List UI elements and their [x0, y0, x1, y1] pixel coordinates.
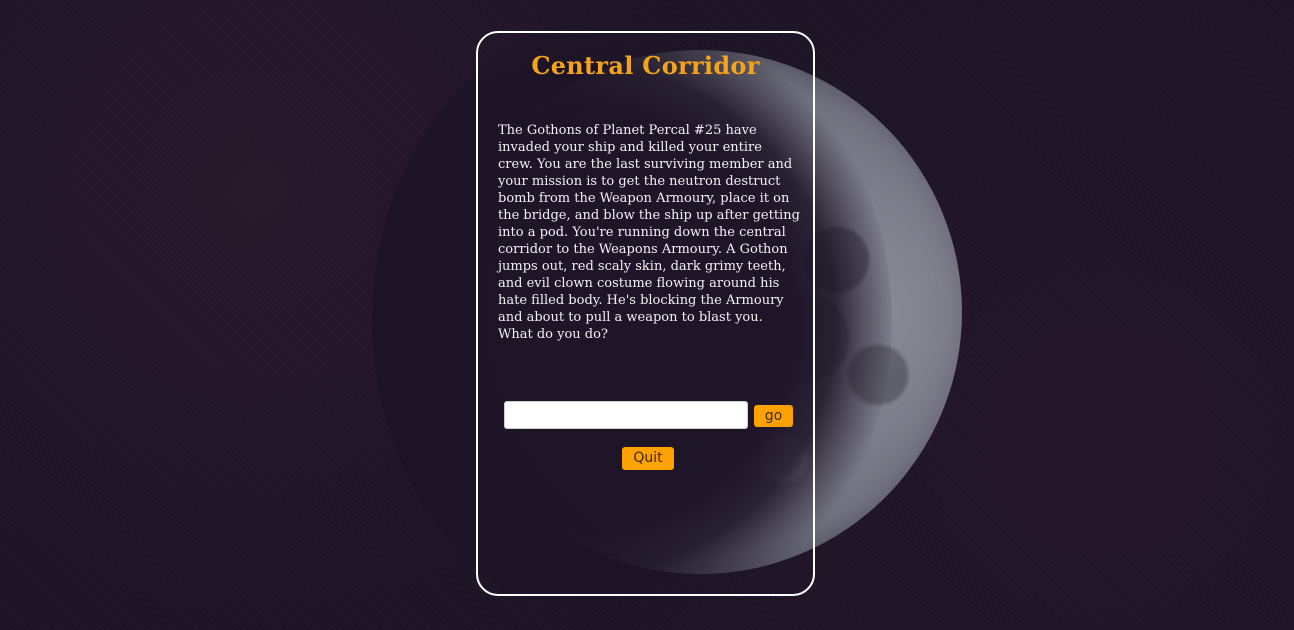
action-input[interactable]	[504, 401, 748, 429]
room-title: Central Corridor	[531, 51, 760, 80]
quit-button[interactable]: Quit	[622, 447, 674, 470]
go-button[interactable]: go	[754, 405, 793, 427]
room-description: The Gothons of Planet Percal #25 have in…	[498, 123, 800, 342]
game-panel: Central Corridor The Gothons of Planet P…	[476, 31, 815, 596]
